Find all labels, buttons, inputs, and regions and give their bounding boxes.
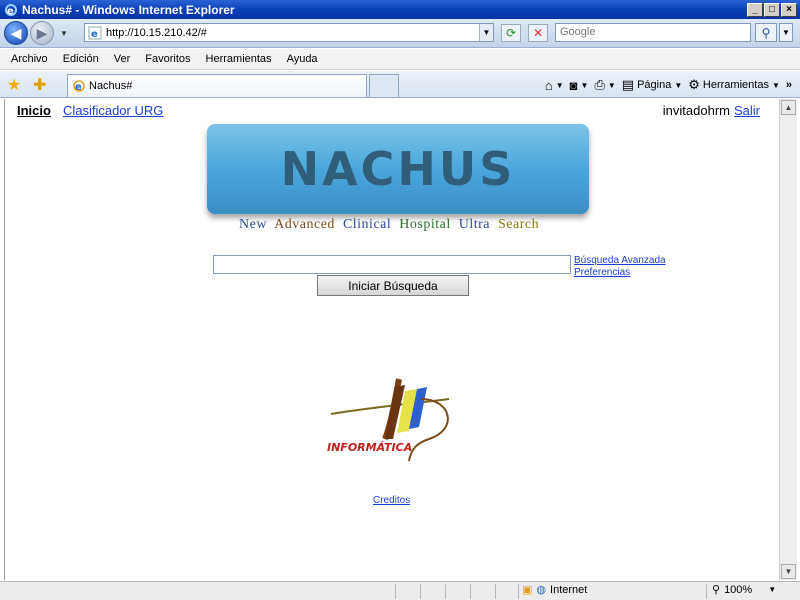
feeds-command[interactable]: ◙ ▼	[570, 78, 589, 93]
menu-archivo[interactable]: Archivo	[11, 53, 48, 65]
search-options-links: Búsqueda Avanzada Preferencias	[574, 255, 666, 279]
page-menu[interactable]: ▤ Página ▼	[622, 77, 682, 93]
address-dropdown-icon[interactable]: ▼	[479, 24, 493, 41]
url-text[interactable]: http://10.15.210.42/#	[106, 27, 479, 39]
page-menu-icon: ▤	[621, 77, 635, 92]
tab-label: Nachus#	[89, 80, 133, 92]
advanced-search-link[interactable]: Búsqueda Avanzada	[574, 255, 666, 267]
tab-ie-icon: e	[72, 79, 86, 93]
svg-text:e: e	[91, 29, 98, 40]
svg-text:e: e	[75, 82, 82, 93]
nachus-logo: NACHUS	[207, 124, 589, 214]
status-divider	[518, 584, 519, 599]
more-chevron-icon[interactable]: »	[786, 79, 792, 91]
scroll-up-icon[interactable]: ▲	[781, 100, 796, 115]
page-icon: e	[88, 26, 102, 40]
logout-link[interactable]: Salir	[734, 103, 760, 118]
home-command[interactable]: ⌂ ▼	[545, 78, 564, 93]
informatica-logo: INFORMÁTICA	[321, 369, 461, 469]
add-favorites-icon[interactable]: ✚	[33, 75, 46, 95]
live-search-input[interactable]: Google	[555, 23, 751, 42]
logo-tagline: New Advanced Clinical Hospital Ultra Sea…	[239, 217, 543, 233]
tools-menu[interactable]: ⚙ Herramientas ▼	[688, 77, 780, 93]
informatica-text: INFORMÁTICA	[327, 441, 412, 454]
back-button[interactable]: ◀	[4, 21, 28, 45]
tagline-word: New	[239, 217, 267, 232]
globe-icon: ◍	[536, 584, 547, 596]
tagline-word: Hospital	[399, 217, 451, 232]
search-query-input[interactable]	[213, 255, 571, 274]
status-divider	[420, 584, 421, 599]
print-command[interactable]: ⎙ ▼	[594, 77, 615, 93]
page-menu-label: Página	[637, 79, 672, 91]
feeds-icon: ◙	[569, 77, 578, 93]
status-divider	[445, 584, 446, 599]
menu-bar: Archivo Edición Ver Favoritos Herramient…	[0, 49, 800, 70]
status-divider	[495, 584, 496, 599]
search-options-dropdown-icon[interactable]: ▼	[779, 23, 793, 42]
favorites-star-icon[interactable]: ★	[7, 75, 21, 95]
home-icon: ⌂	[544, 77, 553, 93]
zoom-control[interactable]: ⚲ 100% ▼	[712, 583, 777, 597]
refresh-icon[interactable]: ⟳	[501, 24, 521, 42]
protected-mode-icon: ▣	[522, 584, 533, 596]
ie-logo-icon: e	[3, 2, 19, 18]
vertical-scrollbar[interactable]: ▲ ▼	[779, 99, 797, 580]
menu-ver[interactable]: Ver	[114, 53, 131, 65]
minimize-button[interactable]: _	[747, 2, 763, 17]
status-divider	[470, 584, 471, 599]
new-tab-button[interactable]	[369, 74, 399, 97]
zoom-icon: ⚲	[712, 584, 721, 596]
command-bar: ⌂ ▼ ◙ ▼ ⎙ ▼ ▤ Página ▼ ⚙ Herramientas ▼ »	[545, 75, 792, 95]
user-area: invitadohrm Salir	[663, 103, 760, 118]
start-search-button[interactable]: Iniciar Búsqueda	[317, 275, 469, 296]
page-dropdown-icon: ▼	[674, 80, 683, 90]
zoom-dropdown-icon: ▼	[768, 585, 777, 594]
tab-toolbar: ★ ✚ e Nachus# ⌂ ▼ ◙ ▼ ⎙ ▼ ▤ Página ▼ ⚙ Herrami…	[0, 71, 800, 98]
tools-menu-label: Herramientas	[702, 79, 769, 91]
home-dropdown-icon: ▼	[555, 80, 564, 90]
tagline-word: Advanced	[274, 217, 335, 232]
forward-button[interactable]: ▶	[30, 21, 54, 45]
zone-label: Internet	[550, 583, 588, 596]
top-navigation: Inicio Clasificador URG	[17, 103, 163, 118]
feeds-dropdown-icon: ▼	[580, 80, 589, 90]
tools-dropdown-icon: ▼	[771, 80, 780, 90]
security-zone[interactable]: ▣ ◍ Internet	[522, 583, 588, 597]
credits-link[interactable]: Creditos	[373, 495, 410, 506]
menu-edicion[interactable]: Edición	[63, 53, 99, 65]
svg-text:e: e	[7, 6, 14, 17]
status-divider	[395, 584, 396, 599]
zoom-level: 100%	[724, 583, 753, 596]
home-link[interactable]: Inicio	[17, 103, 51, 118]
menu-ayuda[interactable]: Ayuda	[287, 53, 318, 65]
address-field[interactable]: e http://10.15.210.42/# ▼	[84, 23, 494, 42]
scroll-down-icon[interactable]: ▼	[781, 564, 796, 579]
preferences-link[interactable]: Preferencias	[574, 267, 666, 279]
logo-text: NACHUS	[280, 142, 516, 196]
classifier-link[interactable]: Clasificador URG	[63, 103, 163, 118]
page-content: Inicio Clasificador URG invitadohrm Salir…	[4, 99, 779, 580]
address-toolbar: ◀ ▶ ▼ e http://10.15.210.42/# ▼ ⟳ ✕ Goog…	[0, 19, 800, 48]
search-icon[interactable]: ⚲	[755, 23, 777, 42]
window-title: Nachus# - Windows Internet Explorer	[22, 2, 235, 17]
gear-icon: ⚙	[688, 77, 700, 92]
maximize-button[interactable]: □	[764, 2, 780, 17]
tagline-word: Search	[497, 217, 540, 232]
menu-herramientas[interactable]: Herramientas	[206, 53, 272, 65]
status-bar: ▣ ◍ Internet ⚲ 100% ▼	[0, 581, 800, 600]
print-dropdown-icon: ▼	[607, 80, 616, 90]
history-dropdown-icon[interactable]: ▼	[60, 29, 68, 38]
tagline-word: Ultra	[458, 217, 490, 232]
stop-icon[interactable]: ✕	[528, 24, 548, 42]
menu-favoritos[interactable]: Favoritos	[145, 53, 190, 65]
tab-nachus[interactable]: e Nachus#	[67, 74, 367, 97]
print-icon: ⎙	[594, 77, 605, 92]
username: invitadohrm	[662, 103, 730, 118]
title-bar: e Nachus# - Windows Internet Explorer _ …	[0, 0, 800, 19]
status-divider	[706, 584, 707, 599]
tagline-word: Clinical	[342, 217, 392, 232]
close-window-button[interactable]: ×	[781, 2, 797, 17]
